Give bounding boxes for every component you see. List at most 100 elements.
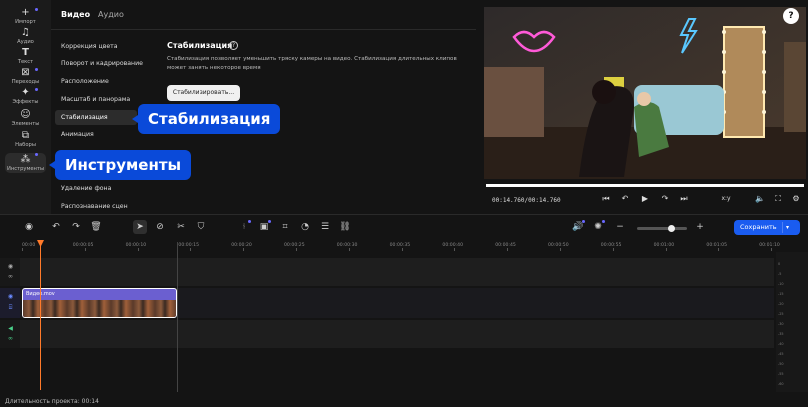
menu-scene-detection[interactable]: Распознавание сцен	[55, 199, 137, 214]
empty-track-area[interactable]	[20, 350, 774, 390]
video-preview[interactable]	[484, 7, 806, 179]
link-icon[interactable]: ⛓	[338, 220, 352, 234]
record-icon[interactable]: ◉	[22, 220, 36, 234]
ruler-tick	[401, 248, 403, 251]
ruler-tick-label: 00:00:10	[125, 243, 147, 248]
ruler-tick-label: 00:00:45	[495, 243, 516, 248]
redo-icon[interactable]: ↷	[69, 220, 83, 234]
ruler-tick-label: 00:00:20	[231, 243, 252, 248]
rail-text[interactable]: T Текст	[0, 48, 51, 66]
meter-label: -50	[778, 362, 784, 366]
aspect-ratio-select[interactable]: x:y	[718, 193, 734, 205]
scrub-progress	[486, 184, 804, 187]
volume-icon[interactable]: 🔈	[754, 193, 766, 205]
menu-rotate-crop[interactable]: Поворот и кадрирование	[55, 56, 143, 71]
playhead[interactable]	[40, 240, 41, 390]
lock-icon[interactable]: ⌸	[6, 304, 15, 312]
ruler-tick	[612, 248, 614, 251]
link-icon[interactable]: ∞	[6, 273, 15, 281]
adjust-icon[interactable]: ☰	[318, 220, 332, 234]
ruler-tick	[84, 248, 86, 251]
crop-icon[interactable]: ⌗	[278, 220, 292, 234]
forward-icon[interactable]: ↷	[659, 193, 671, 205]
audio-track[interactable]	[20, 320, 774, 348]
rail-effects[interactable]: ✦ Эффекты	[0, 88, 51, 106]
undo-icon[interactable]: ↶	[49, 220, 63, 234]
ruler-tick-label: 00:00:05	[72, 243, 94, 248]
trash-icon[interactable]: 🗑	[89, 220, 103, 234]
rail-transitions[interactable]: ⊠ Переходы	[0, 68, 51, 86]
clip-thumbnails	[23, 300, 176, 317]
speaker-icon[interactable]: ◀	[6, 325, 15, 333]
select-tool-icon[interactable]: ➤	[133, 220, 147, 234]
rail-audio[interactable]: ♫ Аудио	[0, 28, 51, 46]
rail-elements[interactable]: ☺ Элементы	[0, 110, 51, 128]
blade-tool-icon[interactable]: ⊘	[153, 220, 167, 234]
meter-label: -45	[778, 352, 784, 356]
scissors-icon[interactable]: ✂	[174, 220, 188, 234]
meter-label: -40	[778, 342, 784, 346]
playback-time: 00:14.760/00:14.760	[492, 197, 561, 204]
rewind-icon[interactable]: ↶	[619, 193, 631, 205]
tab-divider	[51, 29, 476, 30]
divider	[782, 222, 783, 233]
editor-app: { "rail": [ {"label":"Импорт","icon":"pl…	[0, 0, 808, 407]
meter-label: 0	[778, 262, 781, 266]
menu-position[interactable]: Расположение	[55, 74, 137, 89]
tools-icon: ⁂	[20, 154, 31, 165]
menu-background-removal[interactable]: Удаление фона	[55, 181, 137, 196]
rail-tools[interactable]: ⁂ Инструменты	[5, 153, 46, 173]
help-icon[interactable]: ?	[229, 41, 238, 50]
save-button[interactable]: Сохранить ▾	[734, 220, 800, 235]
play-icon[interactable]: ▶	[639, 193, 651, 205]
zoom-slider[interactable]	[637, 227, 687, 230]
skip-start-icon[interactable]: ⏮	[600, 193, 612, 205]
chevron-down-icon[interactable]: ▾	[786, 220, 789, 235]
callout-stabilization: Стабилизация	[131, 104, 281, 134]
ruler-tick-label: 00:00:50	[548, 243, 569, 248]
settings-gear-icon[interactable]: ⚙	[790, 193, 802, 205]
ruler-tick-label: 00:00:25	[284, 243, 305, 248]
menu-zoom-pan[interactable]: Масштаб и панорама	[55, 92, 137, 107]
stabilize-button[interactable]: Стабилизировать...	[167, 85, 240, 101]
eye-icon[interactable]: ◉	[6, 263, 15, 271]
zoom-in-icon[interactable]: +	[693, 220, 707, 234]
fullscreen-icon[interactable]: ⛶	[772, 193, 784, 205]
tab-video[interactable]: Видео	[61, 10, 90, 19]
ruler-tick-label: 00:01:05	[706, 243, 728, 248]
video-frame	[484, 7, 806, 179]
ruler-tick	[560, 248, 561, 251]
menu-color-correction[interactable]: Коррекция цвета	[55, 39, 137, 54]
skip-end-icon[interactable]: ⏭	[678, 193, 690, 205]
rail-sets[interactable]: ⧉ Наборы	[0, 131, 51, 149]
audio-split-icon[interactable]: ⫮	[237, 220, 251, 234]
meter-label: -55	[778, 372, 784, 376]
overlay-track[interactable]	[20, 258, 774, 286]
section-description: Стабилизация позволяет уменьшить тряску …	[167, 56, 457, 71]
ruler-tick-label: 00:00:55	[600, 243, 622, 248]
meter-label: -15	[778, 292, 784, 296]
help-icon-preview[interactable]: ?	[783, 8, 799, 24]
zoom-out-icon[interactable]: −	[613, 220, 627, 234]
link-icon[interactable]: ∞	[6, 335, 15, 343]
menu-animation[interactable]: Анимация	[55, 127, 137, 142]
rail-import[interactable]: + Импорт	[0, 8, 51, 26]
shield-icon[interactable]: ⛉	[194, 220, 208, 234]
video-track-header: ◉ ⌸	[0, 288, 20, 318]
tab-audio[interactable]: Аудио	[98, 10, 124, 19]
zoom-slider-handle[interactable]	[668, 225, 675, 232]
new-dot	[35, 68, 38, 71]
magic-icon[interactable]: ✺	[591, 220, 605, 234]
image-icon[interactable]: ▣	[257, 220, 271, 234]
menu-stabilization[interactable]: Стабилизация	[55, 110, 137, 125]
detach-audio-icon[interactable]: 🔊	[571, 220, 585, 234]
plus-icon: +	[21, 7, 30, 18]
audio-track-header: ◀ ∞	[0, 320, 20, 348]
track-header: ◉ ∞	[0, 258, 20, 286]
video-clip[interactable]: Видео.mov	[22, 288, 177, 318]
sparkle-icon: ✦	[21, 87, 30, 98]
eye-icon[interactable]: ◉	[6, 293, 15, 301]
transitions-icon: ⊠	[21, 67, 30, 78]
speed-icon[interactable]: ◔	[298, 220, 312, 234]
ruler-tick	[190, 248, 192, 251]
